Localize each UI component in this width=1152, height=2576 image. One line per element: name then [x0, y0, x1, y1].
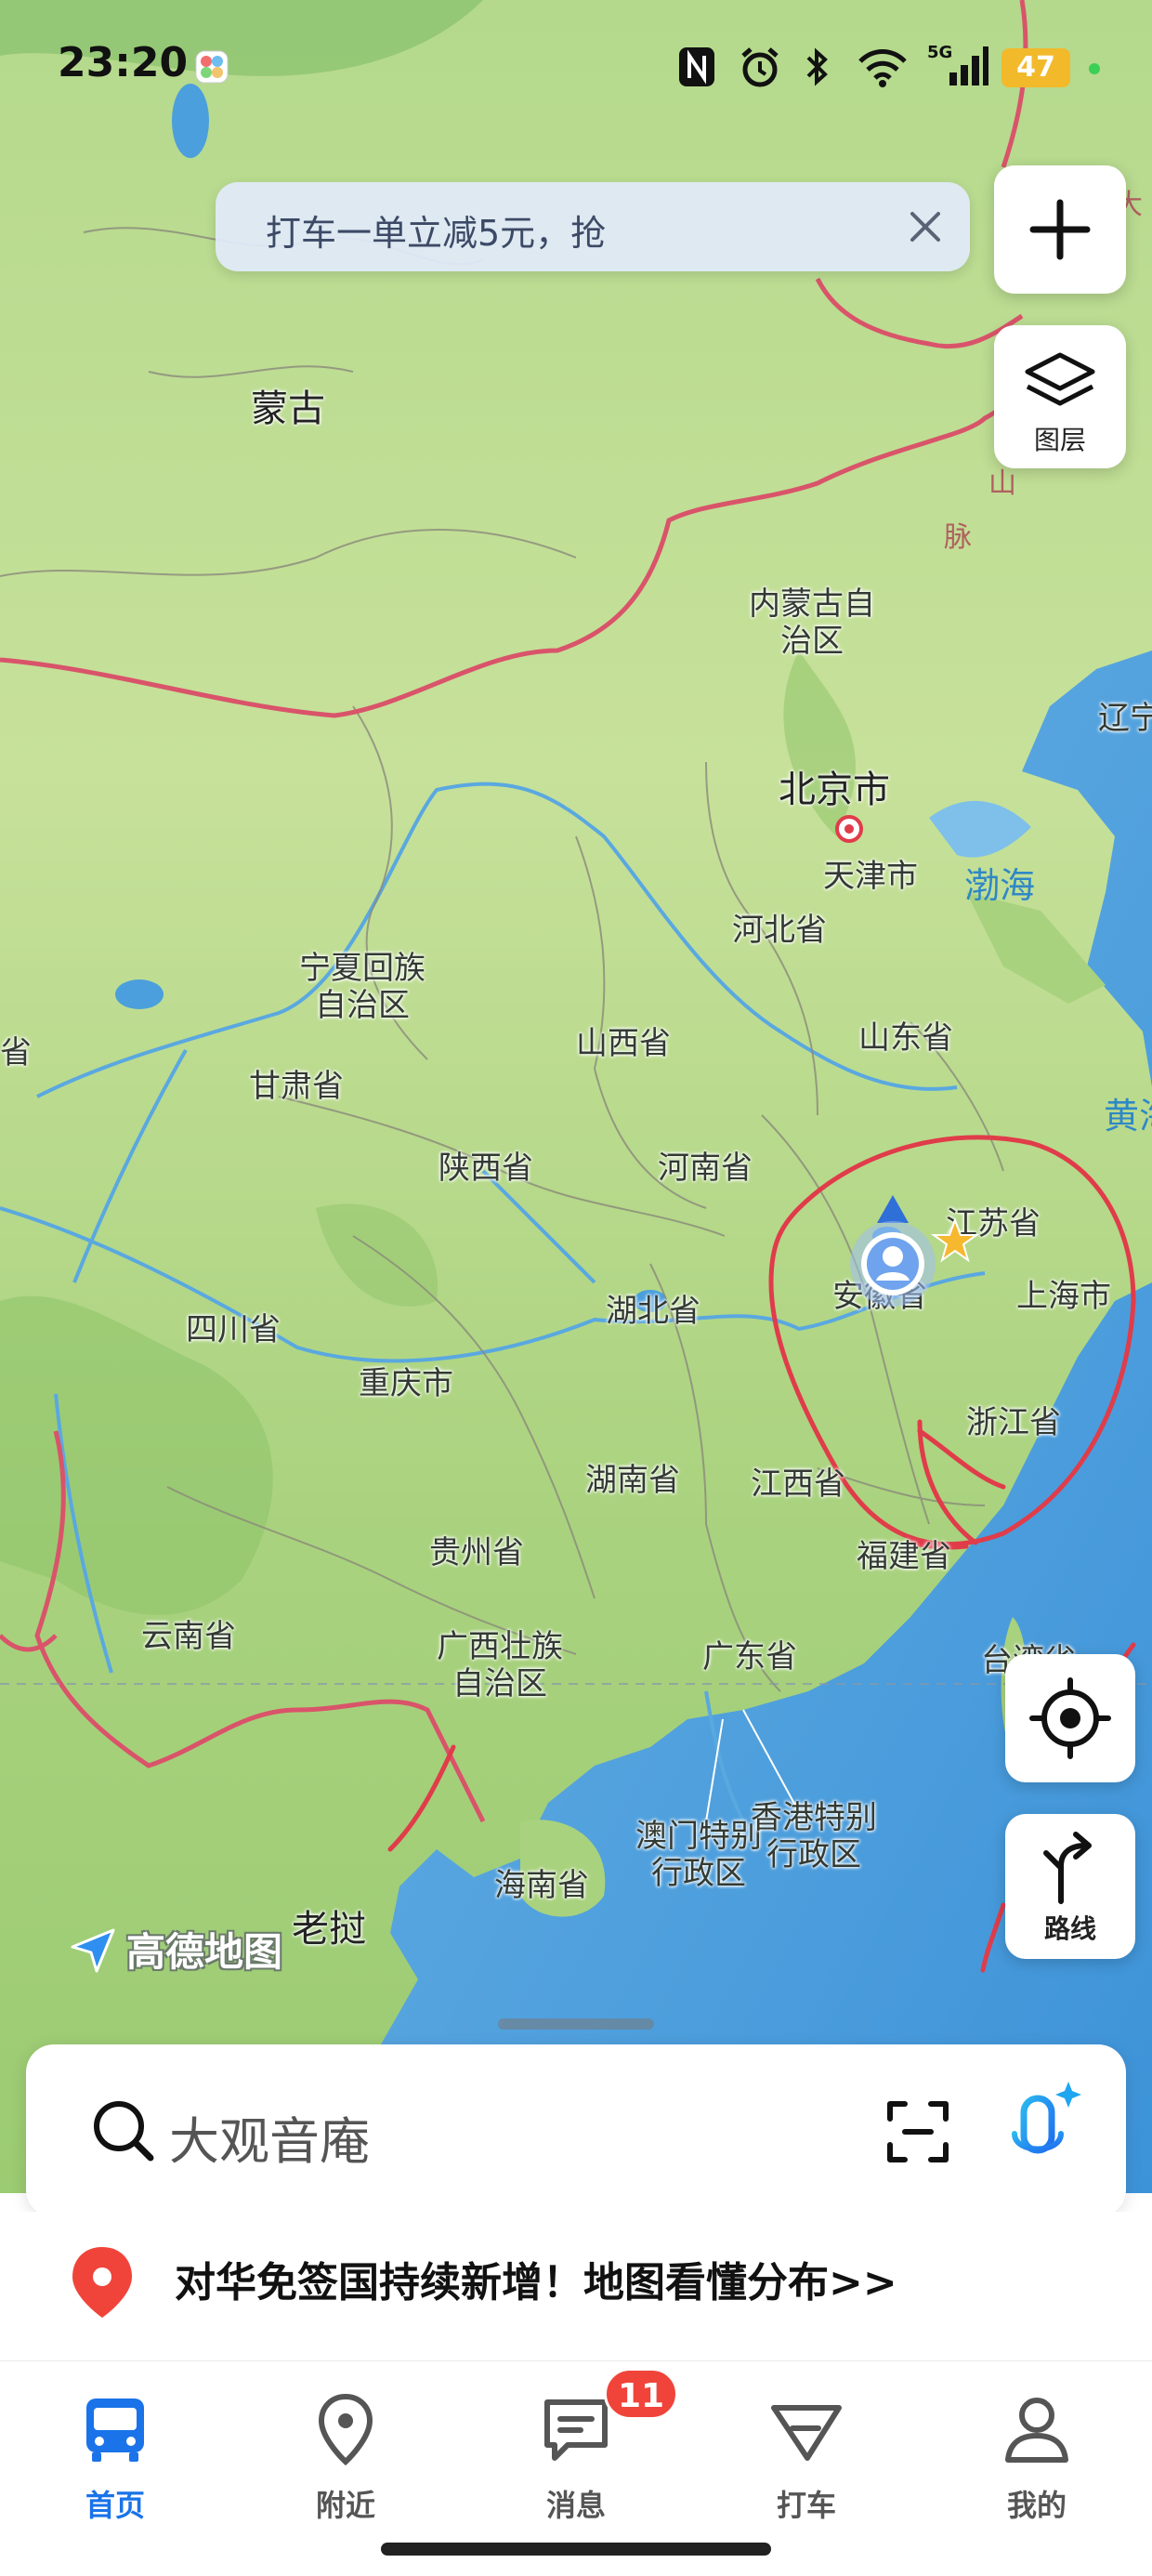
- map-label-hongkong-line1: 香港特别: [751, 1799, 877, 1836]
- status-bar: 23:20 5G 47: [0, 0, 1152, 139]
- promo-text: 打车一单立减5元，抢: [266, 213, 607, 254]
- map-label-range-2: 脉: [944, 521, 972, 554]
- map-label-ningxia-line1: 宁夏回族: [299, 950, 425, 987]
- map-label-hainan: 海南省: [494, 1867, 589, 1904]
- map-label-guangdong: 广东省: [702, 1638, 797, 1676]
- news-text: 对华免签国持续新增！地图看懂分布>>: [175, 2259, 897, 2307]
- profile-icon: [1005, 2398, 1068, 2463]
- news-banner[interactable]: 对华免签国持续新增！地图看懂分布>>: [0, 2212, 1152, 2360]
- map-label-mongolia: 蒙古: [251, 388, 325, 430]
- map-label-macau-line1: 澳门特别: [635, 1818, 762, 1855]
- map-label-macau-line2: 行政区: [651, 1855, 746, 1892]
- map-base: [0, 0, 1152, 2193]
- map-label-chongqing: 重庆市: [359, 1365, 453, 1402]
- map-label-jiangxi: 江西省: [751, 1465, 845, 1503]
- map-label-henan: 河南省: [658, 1150, 753, 1187]
- tab-nearby[interactable]: 附近: [253, 2387, 439, 2523]
- search-input[interactable]: 大观音庵: [169, 2100, 370, 2174]
- locate-me-button[interactable]: [1005, 1654, 1135, 1782]
- map-label-laos: 老挝: [292, 1908, 366, 1951]
- map-label-zhejiang: 浙江省: [966, 1404, 1061, 1441]
- map-label-shanghai: 上海市: [1016, 1278, 1111, 1315]
- map-label-hubei: 湖北省: [606, 1293, 700, 1330]
- route-icon: [1043, 1832, 1092, 1904]
- map-label-hongkong: 香港特别 行政区: [751, 1799, 877, 1873]
- tab-nearby-label: 附近: [315, 2488, 375, 2523]
- nfc-icon: [676, 45, 717, 93]
- map-label-liaoning: 辽宁: [1098, 700, 1152, 737]
- amap-logo: 高德地图: [67, 1922, 282, 1976]
- status-time: 23:20: [58, 39, 189, 86]
- map-label-macau: 澳门特别 行政区: [635, 1818, 762, 1892]
- location-pin-icon: [318, 2393, 373, 2466]
- map-label-inner-mongolia-line2: 治区: [780, 623, 844, 660]
- map-label-sichuan: 四川省: [186, 1311, 281, 1348]
- alarm-icon: [738, 45, 782, 93]
- map-label-shandong: 山东省: [858, 1019, 953, 1057]
- map-label-qinghai: 省: [0, 1034, 32, 1071]
- layers-button[interactable]: 图层: [994, 325, 1126, 468]
- map-label-range-1: 山: [988, 467, 1016, 500]
- current-location-marker[interactable]: [842, 1191, 944, 1312]
- messages-unread-badge: 11: [604, 2368, 679, 2420]
- map-label-yellow-sea: 黄海: [1104, 1096, 1152, 1137]
- app-badge-icon: [193, 48, 230, 89]
- tab-home[interactable]: 首页: [22, 2387, 208, 2523]
- amap-logo-icon: [71, 1928, 115, 1973]
- tab-taxi[interactable]: 打车: [713, 2387, 899, 2523]
- route-button[interactable]: 路线: [1005, 1814, 1135, 1959]
- tab-mine-label: 我的: [1006, 2488, 1067, 2523]
- location-pin-icon: [72, 2247, 132, 2318]
- map-label-guangxi-line2: 自治区: [452, 1665, 547, 1702]
- wifi-icon: [857, 45, 909, 93]
- map-view[interactable]: 蒙古 内蒙古自 治区 北京市 天津市 河北省 渤海 辽宁 宁夏回族 自治区 山西…: [0, 0, 1152, 2193]
- close-icon[interactable]: [901, 203, 949, 251]
- layers-label: 图层: [1033, 425, 1086, 455]
- amap-logo-text: 高德地图: [126, 1928, 283, 1975]
- favorite-star-icon[interactable]: [930, 1217, 980, 1266]
- bus-icon: [86, 2399, 144, 2462]
- map-label-guizhou: 贵州省: [429, 1534, 524, 1571]
- map-label-guangxi: 广西壮族 自治区: [437, 1628, 563, 1702]
- battery-dot: [1089, 63, 1100, 74]
- voice-assistant-icon[interactable]: [1001, 2080, 1085, 2182]
- map-label-hebei: 河北省: [732, 912, 827, 949]
- tab-home-label: 首页: [85, 2488, 145, 2523]
- zoom-in-button[interactable]: [994, 165, 1126, 294]
- map-label-gansu: 甘肃省: [249, 1068, 344, 1105]
- signal-icon: 5G: [925, 41, 988, 93]
- route-label: 路线: [1043, 1913, 1096, 1944]
- promo-banner[interactable]: 打车一单立减5元，抢: [216, 182, 970, 271]
- map-label-hunan: 湖南省: [585, 1462, 680, 1499]
- search-bar[interactable]: 大观音庵: [26, 2044, 1126, 2217]
- map-label-bohai: 渤海: [964, 865, 1036, 906]
- map-label-hongkong-line2: 行政区: [766, 1836, 861, 1873]
- crosshair-icon: [1029, 1677, 1111, 1759]
- home-indicator[interactable]: [381, 2543, 771, 2556]
- map-label-inner-mongolia-line1: 内蒙古自: [749, 585, 875, 623]
- map-label-inner-mongolia: 内蒙古自 治区: [749, 585, 875, 660]
- map-label-ningxia-line2: 自治区: [315, 987, 410, 1024]
- map-label-beijing: 北京市: [779, 769, 890, 811]
- tab-taxi-label: 打车: [776, 2488, 836, 2523]
- map-label-ningxia: 宁夏回族 自治区: [299, 950, 425, 1024]
- map-label-guangxi-line1: 广西壮族: [437, 1628, 563, 1665]
- battery-icon: 47: [1001, 48, 1070, 87]
- map-label-shanxi: 山西省: [576, 1025, 671, 1062]
- map-label-fujian: 福建省: [857, 1538, 951, 1575]
- svg-text:5G: 5G: [927, 43, 952, 62]
- plus-icon: [1029, 199, 1091, 260]
- tab-messages-label: 消息: [545, 2488, 606, 2523]
- sheet-drag-handle[interactable]: [498, 2018, 654, 2030]
- scan-icon[interactable]: [881, 2095, 955, 2169]
- layers-icon: [1025, 352, 1095, 406]
- map-label-tianjin: 天津市: [823, 858, 918, 895]
- map-label-shaanxi: 陕西省: [439, 1150, 533, 1187]
- tab-mine[interactable]: 我的: [944, 2387, 1130, 2523]
- map-label-yunnan: 云南省: [141, 1618, 236, 1655]
- search-icon: [94, 2101, 154, 2162]
- taxi-icon: [771, 2405, 842, 2461]
- bluetooth-icon: [801, 45, 834, 93]
